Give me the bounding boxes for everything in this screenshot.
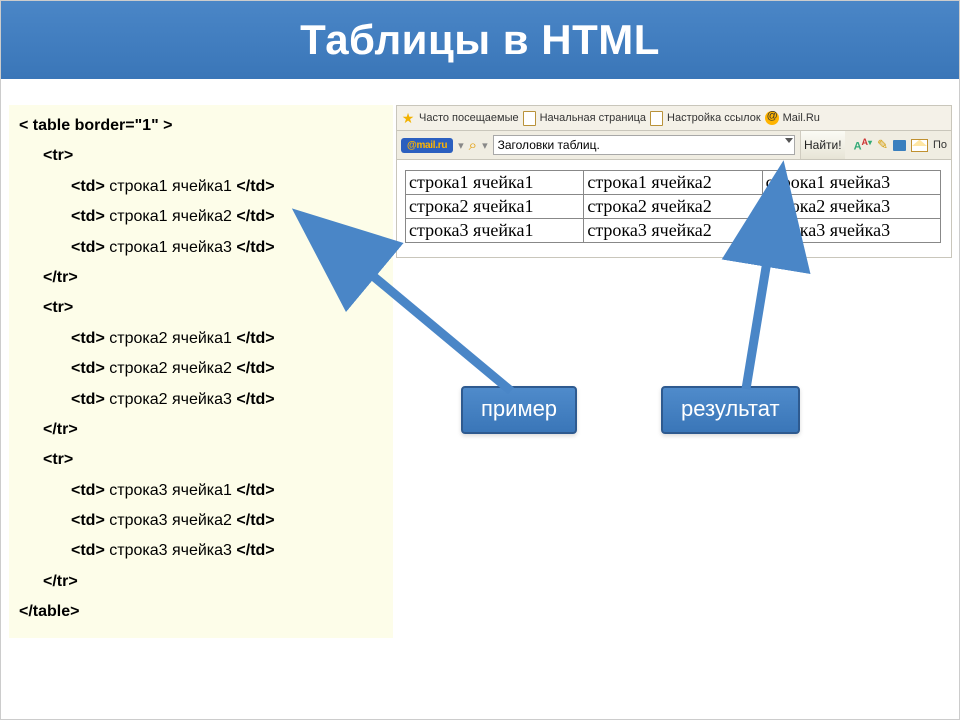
result-table: строка1 ячейка1 строка1 ячейка2 строка1 … bbox=[405, 170, 941, 243]
page-icon bbox=[523, 111, 536, 126]
code-td-open: <td> bbox=[71, 208, 105, 225]
book-icon[interactable] bbox=[893, 140, 906, 151]
browser-content: строка1 ячейка1 строка1 ячейка2 строка1 … bbox=[396, 160, 952, 258]
code-td-open: <td> bbox=[71, 391, 105, 408]
chevron-down-icon[interactable] bbox=[785, 138, 793, 143]
separator: ▾ bbox=[482, 139, 488, 152]
code-close-table: </table> bbox=[19, 603, 79, 620]
table-cell: строка2 ячейка3 bbox=[762, 195, 940, 219]
pencil-icon[interactable]: ✎ bbox=[877, 137, 888, 153]
slide-title: Таблицы в HTML bbox=[1, 1, 959, 79]
code-td-close: </td> bbox=[236, 208, 274, 225]
code-td-open: <td> bbox=[71, 239, 105, 256]
code-td-close: </td> bbox=[236, 178, 274, 195]
code-td-open: <td> bbox=[71, 178, 105, 195]
code-cell: строка2 ячейка1 bbox=[109, 330, 232, 347]
code-open-table: < table border="1" > bbox=[19, 117, 172, 134]
table-row: строка2 ячейка1 строка2 ячейка2 строка2 … bbox=[406, 195, 941, 219]
toolbar-links[interactable]: Настройка ссылок bbox=[667, 112, 761, 124]
code-td-close: </td> bbox=[236, 542, 274, 559]
code-open-tr-3: <tr> bbox=[43, 451, 73, 468]
code-td-open: <td> bbox=[71, 330, 105, 347]
code-cell: строка3 ячейка2 bbox=[109, 512, 232, 529]
code-cell: строка1 ячейка1 bbox=[109, 178, 232, 195]
table-cell: строка1 ячейка1 bbox=[406, 171, 584, 195]
code-cell: строка1 ячейка3 bbox=[109, 239, 232, 256]
code-open-tr-2: <tr> bbox=[43, 299, 73, 316]
toolbar-startpage[interactable]: Начальная страница bbox=[540, 112, 646, 124]
code-td-close: </td> bbox=[236, 330, 274, 347]
code-cell: строка3 ячейка3 bbox=[109, 542, 232, 559]
star-icon: ★ bbox=[401, 111, 415, 125]
mailru-badge[interactable]: @mail.ru bbox=[401, 138, 453, 153]
code-td-open: <td> bbox=[71, 482, 105, 499]
table-row: строка3 ячейка1 строка3 ячейка2 строка3 … bbox=[406, 219, 941, 243]
arrow-icon bbox=[336, 246, 536, 416]
table-row: строка1 ячейка1 строка1 ячейка2 строка1 … bbox=[406, 171, 941, 195]
find-button[interactable]: Найти! bbox=[800, 131, 845, 159]
code-td-close: </td> bbox=[236, 482, 274, 499]
table-cell: строка2 ячейка1 bbox=[406, 195, 584, 219]
code-td-close: </td> bbox=[236, 239, 274, 256]
toolbar-right-icons: AA▾ ✎ По bbox=[850, 137, 947, 153]
code-cell: строка3 ячейка1 bbox=[109, 482, 232, 499]
table-cell: строка3 ячейка1 bbox=[406, 219, 584, 243]
arrow-icon bbox=[721, 231, 801, 401]
browser-search-bar: @mail.ru ▾ ⌕ ▾ Найти! AA▾ ✎ По bbox=[396, 130, 952, 160]
po-label: По bbox=[933, 139, 947, 151]
code-close-tr-3: </tr> bbox=[43, 573, 78, 590]
code-cell: строка1 ячейка2 bbox=[109, 208, 232, 225]
code-cell: строка2 ячейка3 bbox=[109, 391, 232, 408]
code-open-tr-1: <tr> bbox=[43, 147, 73, 164]
code-td-open: <td> bbox=[71, 542, 105, 559]
search-input[interactable] bbox=[493, 135, 795, 155]
code-td-open: <td> bbox=[71, 512, 105, 529]
code-cell: строка2 ячейка2 bbox=[109, 360, 232, 377]
envelope-icon[interactable] bbox=[911, 139, 928, 152]
code-td-close: </td> bbox=[236, 512, 274, 529]
search-icon[interactable]: ⌕ bbox=[469, 138, 477, 153]
code-td-open: <td> bbox=[71, 360, 105, 377]
page-icon bbox=[650, 111, 663, 126]
code-close-tr-2: </tr> bbox=[43, 421, 78, 438]
browser-bookmarks-bar: ★ Часто посещаемые Начальная страница На… bbox=[396, 105, 952, 130]
slide: Таблицы в HTML < table border="1" > <tr>… bbox=[0, 0, 960, 720]
table-cell: строка1 ячейка3 bbox=[762, 171, 940, 195]
table-cell: строка2 ячейка2 bbox=[584, 195, 762, 219]
code-td-close: </td> bbox=[236, 360, 274, 377]
table-cell: строка1 ячейка2 bbox=[584, 171, 762, 195]
font-size-icon[interactable]: AA▾ bbox=[854, 137, 872, 153]
browser-mock: ★ Часто посещаемые Начальная страница На… bbox=[396, 105, 952, 258]
toolbar-mailru[interactable]: Mail.Ru bbox=[783, 112, 820, 124]
toolbar-frequent[interactable]: Часто посещаемые bbox=[419, 112, 519, 124]
separator: ▾ bbox=[458, 139, 464, 152]
code-close-tr-1: </tr> bbox=[43, 269, 78, 286]
code-td-close: </td> bbox=[236, 391, 274, 408]
mailru-icon bbox=[765, 111, 779, 125]
